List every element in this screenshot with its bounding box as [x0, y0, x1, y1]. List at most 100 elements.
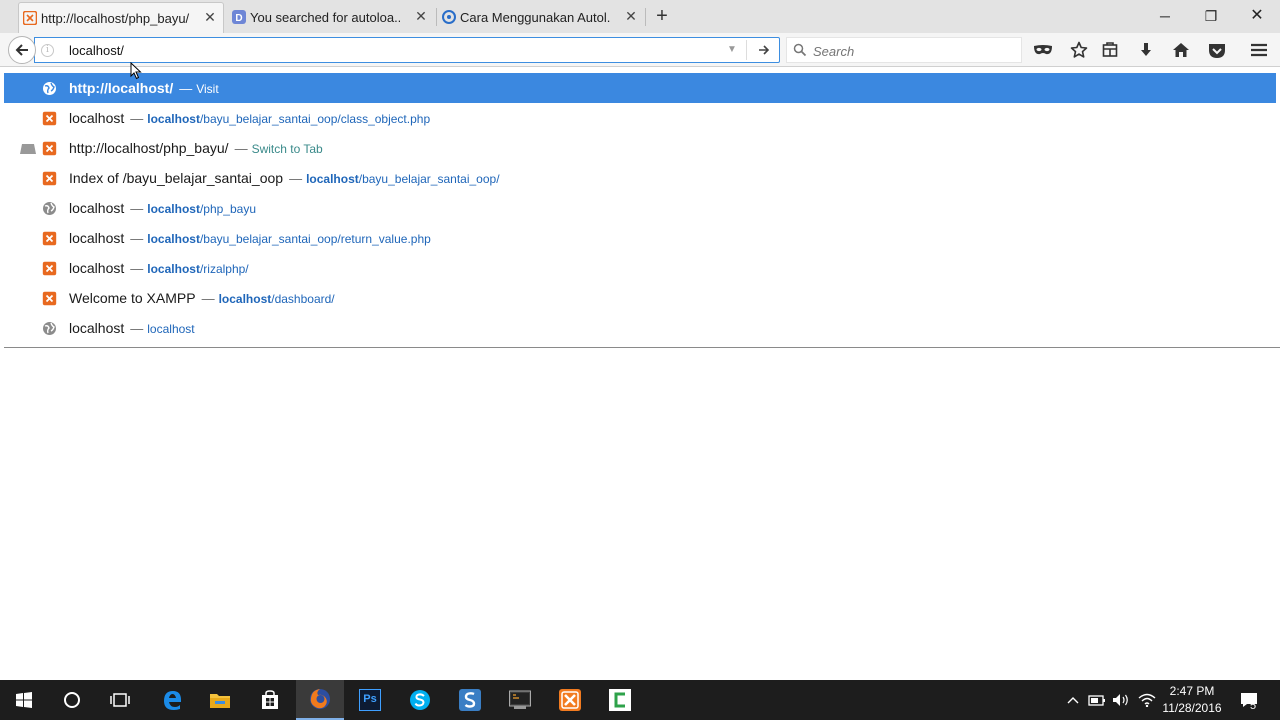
windows-icon [16, 692, 32, 708]
notification-count: 5 [1250, 700, 1257, 712]
photoshop-button[interactable]: Ps [346, 680, 394, 720]
tab-separator [436, 8, 437, 26]
cortana-icon [64, 692, 80, 708]
row-dash: — [130, 231, 144, 246]
show-hidden-icons-button[interactable] [1064, 680, 1082, 720]
close-icon[interactable]: ✕ [414, 9, 428, 23]
tab-cara-menggunakan[interactable]: Cara Menggunakan Autol... ✕ [438, 2, 644, 33]
navigation-toolbar: i ▼ [0, 33, 1280, 67]
tab-separator [645, 8, 646, 26]
taskbar-clock[interactable]: 2:47 PM 11/28/2016 [1152, 683, 1232, 717]
row-title: localhost [69, 230, 125, 246]
row-dash: — [130, 201, 144, 216]
start-button[interactable] [0, 680, 48, 720]
autocomplete-row[interactable]: Welcome to XAMPP — localhost/dashboard/ [4, 283, 1276, 313]
close-icon[interactable]: ✕ [624, 9, 638, 23]
autocomplete-row[interactable]: localhost — localhost/bayu_belajar_santai_… [4, 223, 1276, 253]
autocomplete-row[interactable]: http://localhost/ — Visit [4, 73, 1276, 103]
sublime-button[interactable] [446, 680, 494, 720]
photoshop-icon: Ps [359, 689, 381, 711]
xampp-icon [559, 689, 581, 711]
row-url-path: /bayu_belajar_santai_oop/return_value.ph… [199, 232, 431, 246]
mask-icon[interactable] [1032, 39, 1054, 61]
globe-icon [43, 82, 56, 95]
terminal-button[interactable] [496, 680, 544, 720]
row-url-host: localhost [218, 292, 272, 306]
terminal-icon [509, 690, 531, 709]
xampp-icon [23, 11, 37, 25]
minimize-button[interactable]: ─ [1155, 6, 1175, 26]
volume-button[interactable] [1110, 680, 1132, 720]
chevron-up-icon [1067, 697, 1079, 704]
search-bar[interactable] [786, 37, 1022, 63]
file-explorer-button[interactable] [196, 680, 244, 720]
xampp-icon [42, 111, 57, 126]
autocomplete-row[interactable]: localhost — localhost/bayu_belajar_santai_… [4, 103, 1276, 133]
sublime-icon [459, 689, 481, 711]
row-url-path: /rizalphp/ [199, 262, 249, 276]
row-url-host: localhost [147, 112, 200, 126]
close-window-button[interactable]: ✕ [1247, 6, 1267, 26]
pocket-icon[interactable] [1206, 39, 1228, 61]
go-arrow-icon[interactable] [751, 40, 777, 60]
row-dash: — [130, 111, 144, 126]
mouse-cursor-icon [130, 62, 142, 80]
firefox-button[interactable] [296, 680, 344, 720]
action-center-button[interactable]: 5 [1236, 680, 1262, 720]
star-icon[interactable] [1068, 39, 1090, 61]
new-tab-button[interactable]: + [652, 6, 672, 26]
xampp-icon [42, 171, 57, 186]
reading-list-icon[interactable] [1099, 39, 1121, 61]
row-title: Index of /bayu_belajar_santai_oop [69, 170, 284, 186]
autocomplete-row[interactable]: http://localhost/php_bayu/ — Switch to Tab [4, 133, 1276, 163]
skype-button[interactable] [396, 680, 444, 720]
skype-icon [410, 690, 430, 710]
dropdown-arrow-icon[interactable]: ▼ [727, 44, 737, 55]
edge-icon [164, 691, 181, 710]
tab-search-results[interactable]: D You searched for autoloa... ✕ [228, 2, 434, 33]
row-url-host: localhost [147, 232, 200, 246]
camtasia-button[interactable] [596, 680, 644, 720]
task-view-button[interactable] [96, 680, 144, 720]
search-input[interactable] [813, 42, 1013, 60]
row-url-host: localhost [306, 172, 359, 186]
menu-icon[interactable] [1248, 39, 1270, 61]
download-icon[interactable] [1135, 39, 1157, 61]
row-dash: — [201, 291, 215, 306]
autocomplete-row[interactable]: localhost — localhost/rizalphp/ [4, 253, 1276, 283]
address-input[interactable] [69, 41, 709, 59]
row-content: localhost — localhost/rizalphp/ [69, 260, 249, 276]
tab-strip: http://localhost/php_bayu/ ✕ D You searc… [0, 0, 1280, 33]
close-icon[interactable]: ✕ [203, 10, 217, 24]
restore-button[interactable]: ❐ [1201, 6, 1221, 26]
autocomplete-row[interactable]: Index of /bayu_belajar_santai_oop — localh… [4, 163, 1276, 193]
cortana-button[interactable] [48, 680, 96, 720]
address-bar[interactable]: i ▼ [34, 37, 780, 63]
tab-title: http://localhost/php_bayu/ [41, 10, 190, 26]
taskbar: Ps 2:47 PM 11/28/2016 5 [0, 680, 1280, 720]
row-url-path: /bayu_belajar_santai_oop/ [358, 172, 500, 186]
info-icon[interactable]: i [41, 44, 54, 57]
row-content: localhost — localhost/bayu_belajar_santai_… [69, 230, 431, 246]
xampp-button[interactable] [546, 680, 594, 720]
autocomplete-row[interactable]: localhost — localhost [4, 313, 1276, 343]
row-title: localhost [69, 110, 125, 126]
row-url: localhost/bayu_belajar_santai_oop/class_… [147, 112, 430, 126]
battery-button[interactable] [1086, 680, 1108, 720]
home-icon[interactable] [1170, 39, 1192, 61]
row-url: localhost [147, 322, 194, 336]
tab-title: You searched for autoloa... [250, 10, 400, 25]
xampp-icon [42, 261, 57, 276]
row-content: localhost — localhost/bayu_belajar_santai_… [69, 110, 430, 126]
xampp-icon [42, 141, 57, 156]
row-dash: — [130, 261, 144, 276]
row-content: http://localhost/php_bayu/ — Switch to Tab [69, 140, 323, 156]
row-dash: — [234, 141, 248, 156]
back-button[interactable] [8, 36, 36, 64]
store-button[interactable] [246, 680, 294, 720]
autocomplete-row[interactable]: localhost — localhost/php_bayu [4, 193, 1276, 223]
c-icon [442, 10, 456, 24]
edge-button[interactable] [148, 680, 196, 720]
xampp-icon [42, 231, 57, 246]
tab-php-bayu[interactable]: http://localhost/php_bayu/ ✕ [18, 2, 224, 33]
